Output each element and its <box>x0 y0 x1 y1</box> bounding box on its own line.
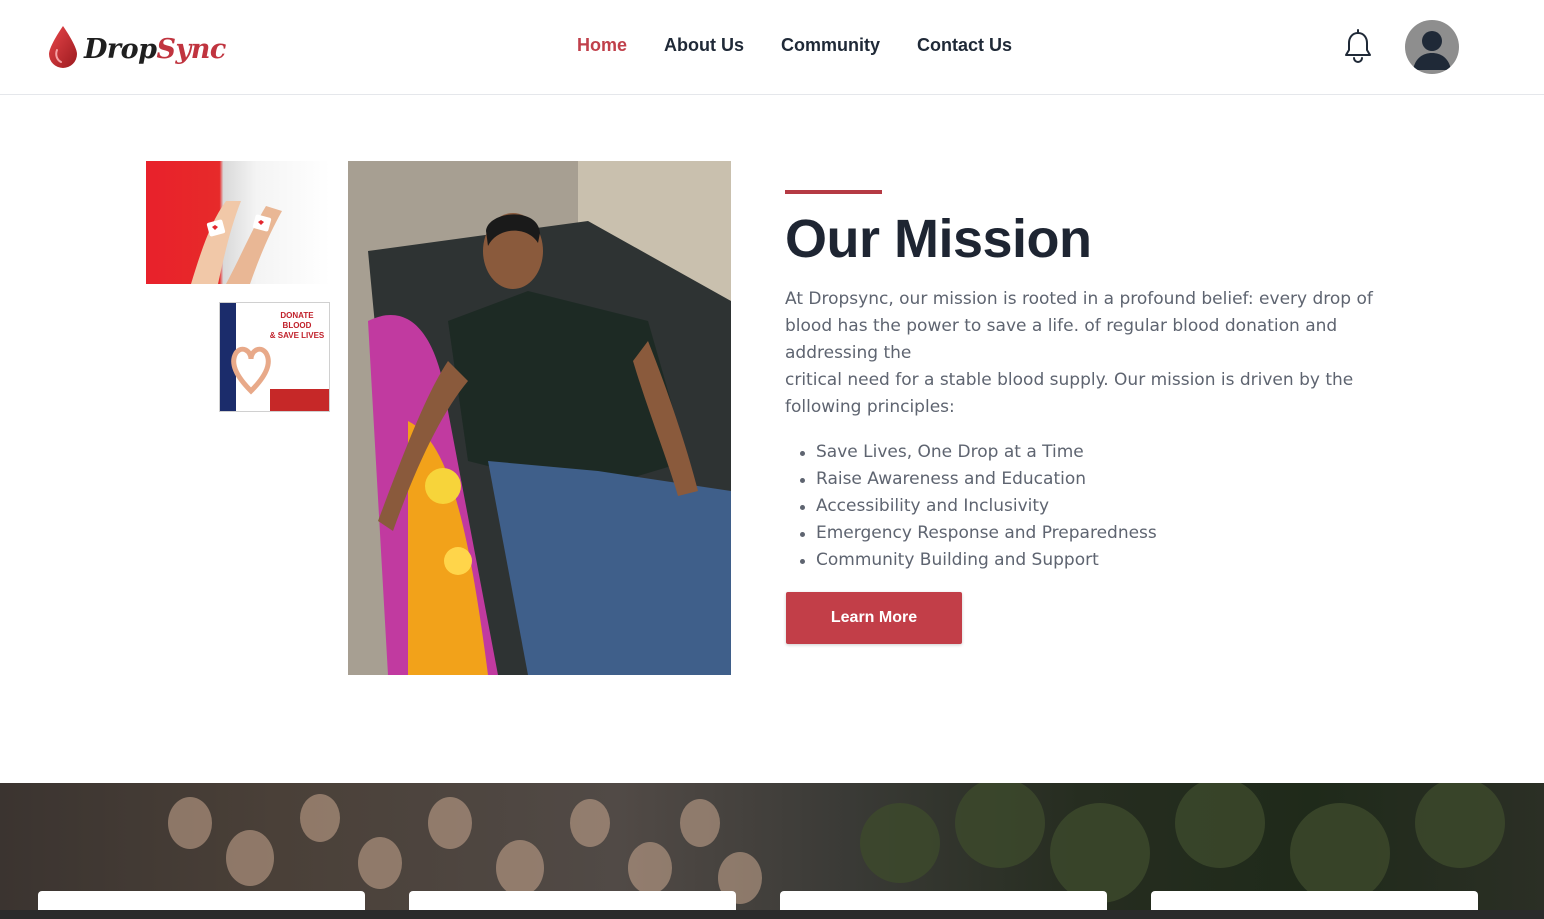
dropsync-logo[interactable]: DropSync <box>46 24 226 70</box>
poster-footer <box>270 389 329 411</box>
mission-heading: Our Mission <box>785 209 1092 269</box>
user-avatar-icon <box>1413 31 1451 70</box>
feature-card-4 <box>1151 891 1478 910</box>
nav-about-us[interactable]: About Us <box>664 35 744 56</box>
brand-name: DropSync <box>84 34 226 65</box>
donate-blood-poster: DONATE BLOOD & SAVE LIVES <box>219 302 330 412</box>
list-item: Raise Awareness and Education <box>800 466 1157 493</box>
feature-card-3 <box>780 891 1107 910</box>
top-navbar: DropSync Home About Us Community Contact… <box>0 0 1544 95</box>
user-avatar[interactable] <box>1405 20 1459 74</box>
bell-icon[interactable] <box>1343 29 1373 65</box>
blood-donation-photo <box>348 161 731 675</box>
mission-paragraph-1: At Dropsync, our mission is rooted in a … <box>785 289 1373 363</box>
nav-contact-us[interactable]: Contact Us <box>917 35 1012 56</box>
arms-bandage-image <box>146 161 330 284</box>
poster-title-line1: DONATE BLOOD <box>280 311 314 330</box>
learn-more-button[interactable]: Learn More <box>786 592 962 644</box>
mission-paragraph-2: critical need for a stable blood supply.… <box>785 370 1354 417</box>
bottom-edge-bar <box>0 910 1544 919</box>
hands-heart-graphic <box>231 346 271 395</box>
blood-drop-icon <box>49 26 77 68</box>
mission-principles-list: Save Lives, One Drop at a Time Raise Awa… <box>800 439 1157 574</box>
mission-description: At Dropsync, our mission is rooted in a … <box>785 286 1385 421</box>
feature-card-2 <box>409 891 736 910</box>
nav-home[interactable]: Home <box>577 35 627 56</box>
list-item: Accessibility and Inclusivity <box>800 493 1157 520</box>
mission-accent-bar <box>785 190 882 194</box>
brand-name-part1: Drop <box>84 33 157 65</box>
list-item: Emergency Response and Preparedness <box>800 520 1157 547</box>
brand-name-part2: Sync <box>156 33 227 65</box>
main-nav: Home About Us Community Contact Us <box>577 35 1049 56</box>
nav-community[interactable]: Community <box>781 35 880 56</box>
feature-card-1 <box>38 891 365 910</box>
list-item: Community Building and Support <box>800 547 1157 574</box>
list-item: Save Lives, One Drop at a Time <box>800 439 1157 466</box>
